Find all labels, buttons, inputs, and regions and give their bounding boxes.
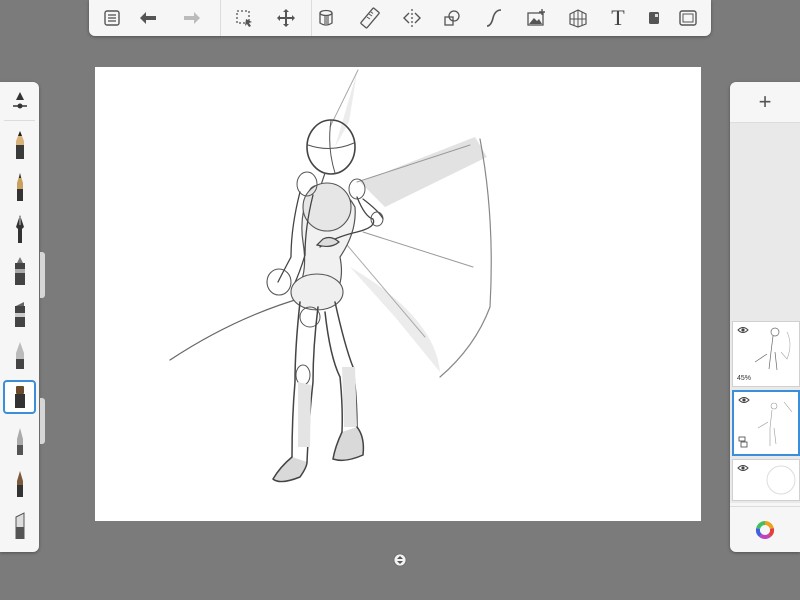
ruler-icon[interactable] <box>357 6 383 30</box>
brush-settings-icon[interactable] <box>3 86 36 116</box>
brush-palette <box>0 82 39 552</box>
layer-thumbnail <box>757 401 793 446</box>
text-icon[interactable]: T <box>605 5 631 30</box>
selection-icon[interactable] <box>231 6 257 30</box>
color-wheel-button[interactable] <box>730 506 800 553</box>
layer-options-icon[interactable] <box>738 436 748 448</box>
color-wheel-icon <box>755 520 775 540</box>
symmetry-icon[interactable] <box>399 6 425 30</box>
marker-icon[interactable] <box>3 252 36 288</box>
add-layer-button[interactable]: + <box>730 82 800 123</box>
swap-arrows-icon <box>393 553 407 567</box>
text-icon-glyph: T <box>611 5 625 30</box>
drawing-canvas[interactable] <box>95 67 701 521</box>
soft-brush-icon[interactable] <box>3 422 36 458</box>
paintbrush-icon[interactable] <box>3 380 36 414</box>
palette-handle-tab[interactable] <box>40 252 45 298</box>
airbrush-icon[interactable] <box>3 336 36 372</box>
curve-icon[interactable] <box>481 6 507 30</box>
undo-icon[interactable] <box>135 6 161 30</box>
layer-thumbnail <box>754 327 791 371</box>
shape-icon[interactable] <box>439 6 465 30</box>
layer-1[interactable]: 45% <box>732 321 800 387</box>
plus-icon: + <box>758 89 772 114</box>
transform-icon[interactable] <box>273 6 299 30</box>
pencil-icon[interactable] <box>3 126 36 162</box>
layer-list: 45% <box>730 123 800 503</box>
list-icon[interactable] <box>99 6 125 30</box>
visibility-eye-icon[interactable] <box>737 464 749 472</box>
ballpoint-pen-icon[interactable] <box>3 168 36 204</box>
toolbar-divider <box>311 0 312 36</box>
canvas-flip-toggle[interactable] <box>392 552 408 568</box>
fill-icon[interactable] <box>313 6 339 30</box>
top-toolbar: T <box>89 0 711 36</box>
palette-divider <box>4 120 35 121</box>
toolbar-divider <box>220 0 221 36</box>
layer-opacity: 45% <box>737 375 752 382</box>
palette-handle-tab[interactable] <box>40 398 45 444</box>
sketch-artwork <box>169 69 492 483</box>
redo-icon[interactable] <box>179 6 205 30</box>
layer-panel: + 45% <box>730 82 800 552</box>
perspective-icon[interactable] <box>565 6 591 30</box>
layer-2[interactable] <box>732 390 800 456</box>
smudge-icon[interactable] <box>3 464 36 500</box>
image-icon[interactable] <box>523 6 549 30</box>
eraser-icon[interactable] <box>3 506 36 542</box>
chisel-marker-icon[interactable] <box>3 294 36 330</box>
background-color-swatch[interactable] <box>765 464 797 496</box>
ink-pen-icon[interactable] <box>3 210 36 246</box>
background-layer[interactable] <box>732 459 800 501</box>
fullscreen-icon[interactable] <box>675 6 701 30</box>
copic-color-icon[interactable] <box>641 6 667 30</box>
